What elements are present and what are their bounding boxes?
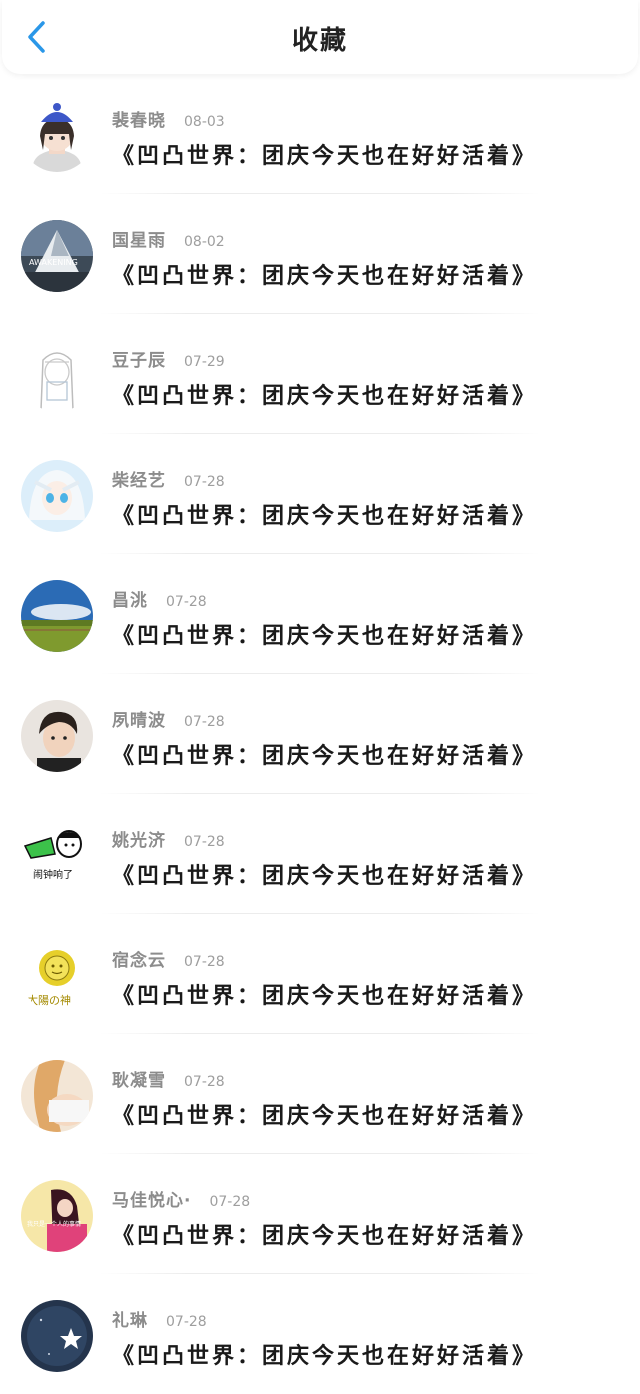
book-title[interactable]: 《凹凸世界：团庆今天也在好好活着》 [112,858,537,890]
pink-girl-avatar: 我只是一个人的事情 [21,1180,93,1252]
list-item[interactable]: 礼琳 07-28 《凹凸世界：团庆今天也在好好活着》 [0,1274,640,1394]
avatar[interactable]: 闹钟响了 [21,820,93,892]
cartoon-alarm-avatar: 闹钟响了 [21,820,93,892]
username: 国星雨 [112,231,166,251]
username: 豆子辰 [112,351,166,371]
book-title[interactable]: 《凹凸世界：团庆今天也在好好活着》 [112,1338,537,1370]
sketch-girl-avatar [21,340,93,412]
avatar-text: 闹钟响了 [33,868,73,881]
girl-back-photo-avatar [21,1060,93,1132]
avatar[interactable] [21,460,93,532]
username: 夙晴波 [112,711,166,731]
username: 姚光济 [112,831,166,851]
book-title[interactable]: 《凹凸世界：团庆今天也在好好活着》 [112,1098,537,1130]
avatar-text: AWAKENING [29,258,78,267]
list-item[interactable]: 裴春晓 08-03 《凹凸世界：团庆今天也在好好活着》 [0,74,640,194]
username: 耿凝雪 [112,1071,166,1091]
list-item[interactable]: 柴经艺 07-28 《凹凸世界：团庆今天也在好好活着》 [0,434,640,554]
avatar[interactable] [21,1060,93,1132]
list-item[interactable]: 闹钟响了 姚光济 07-28 《凹凸世界：团庆今天也在好好活着》 [0,794,640,914]
night-star-avatar [21,1300,93,1372]
avatar[interactable] [21,100,93,172]
list-item[interactable]: 豆子辰 07-29 《凹凸世界：团庆今天也在好好活着》 [0,314,640,434]
landscape-sky-avatar [21,580,93,652]
avatar-text: 太陽の神 [27,993,71,1007]
username: 柴经艺 [112,471,166,491]
avatar[interactable]: 我只是一个人的事情 [21,1180,93,1252]
favorite-date: 08-03 [184,114,225,130]
book-title[interactable]: 《凹凸世界：团庆今天也在好好活着》 [112,738,537,770]
book-title[interactable]: 《凹凸世界：团庆今天也在好好活着》 [112,498,537,530]
page-title: 收藏 [291,26,348,56]
avatar[interactable] [21,340,93,412]
avatar[interactable]: 太陽の神 [21,940,93,1012]
favorites-list: 裴春晓 08-03 《凹凸世界：团庆今天也在好好活着》 AWAKENING 国星… [0,74,640,1394]
avatar[interactable] [21,700,93,772]
list-item[interactable]: AWAKENING 国星雨 08-02 《凹凸世界：团庆今天也在好好活着》 [0,194,640,314]
username: 礼琳 [112,1311,148,1331]
book-title[interactable]: 《凹凸世界：团庆今天也在好好活着》 [112,138,537,170]
username: 裴春晓 [112,111,166,131]
sun-god-avatar: 太陽の神 [21,940,93,1012]
book-title[interactable]: 《凹凸世界：团庆今天也在好好活着》 [112,258,537,290]
book-title[interactable]: 《凹凸世界：团庆今天也在好好活着》 [112,618,537,650]
favorite-date: 07-28 [184,1074,225,1090]
username: 马佳悦心· [112,1191,192,1211]
book-title[interactable]: 《凹凸世界：团庆今天也在好好活着》 [112,378,537,410]
anime-white-hair-avatar [21,460,93,532]
favorite-date: 07-28 [184,954,225,970]
favorite-date: 07-28 [166,1314,207,1330]
favorite-date: 07-28 [209,1194,251,1210]
list-item[interactable]: 夙晴波 07-28 《凹凸世界：团庆今天也在好好活着》 [0,674,640,794]
favorite-date: 07-28 [184,834,225,850]
list-item[interactable]: 我只是一个人的事情 马佳悦心· 07-28 《凹凸世界：团庆今天也在好好活着》 [0,1154,640,1274]
username: 宿念云 [112,951,166,971]
anime-girl-blue-hat-avatar [21,100,93,172]
book-title[interactable]: 《凹凸世界：团庆今天也在好好活着》 [112,978,537,1010]
awakening-mountain-avatar: AWAKENING [21,220,93,292]
avatar[interactable] [21,580,93,652]
avatar-text: 我只是一个人的事情 [27,1220,81,1228]
list-item[interactable]: 昌洮 07-28 《凹凸世界：团庆今天也在好好活着》 [0,554,640,674]
avatar[interactable]: AWAKENING [21,220,93,292]
book-title[interactable]: 《凹凸世界：团庆今天也在好好活着》 [112,1218,537,1250]
avatar[interactable] [21,1300,93,1372]
favorite-date: 07-28 [184,714,225,730]
favorite-date: 07-28 [184,474,225,490]
top-bar: 收藏 [2,0,638,74]
favorite-date: 07-29 [184,354,225,370]
username: 昌洮 [112,591,148,611]
favorite-date: 08-02 [184,234,225,250]
list-item[interactable]: 太陽の神 宿念云 07-28 《凹凸世界：团庆今天也在好好活着》 [0,914,640,1034]
boy-photo-avatar [21,700,93,772]
list-item[interactable]: 耿凝雪 07-28 《凹凸世界：团庆今天也在好好活着》 [0,1034,640,1154]
favorite-date: 07-28 [166,594,207,610]
